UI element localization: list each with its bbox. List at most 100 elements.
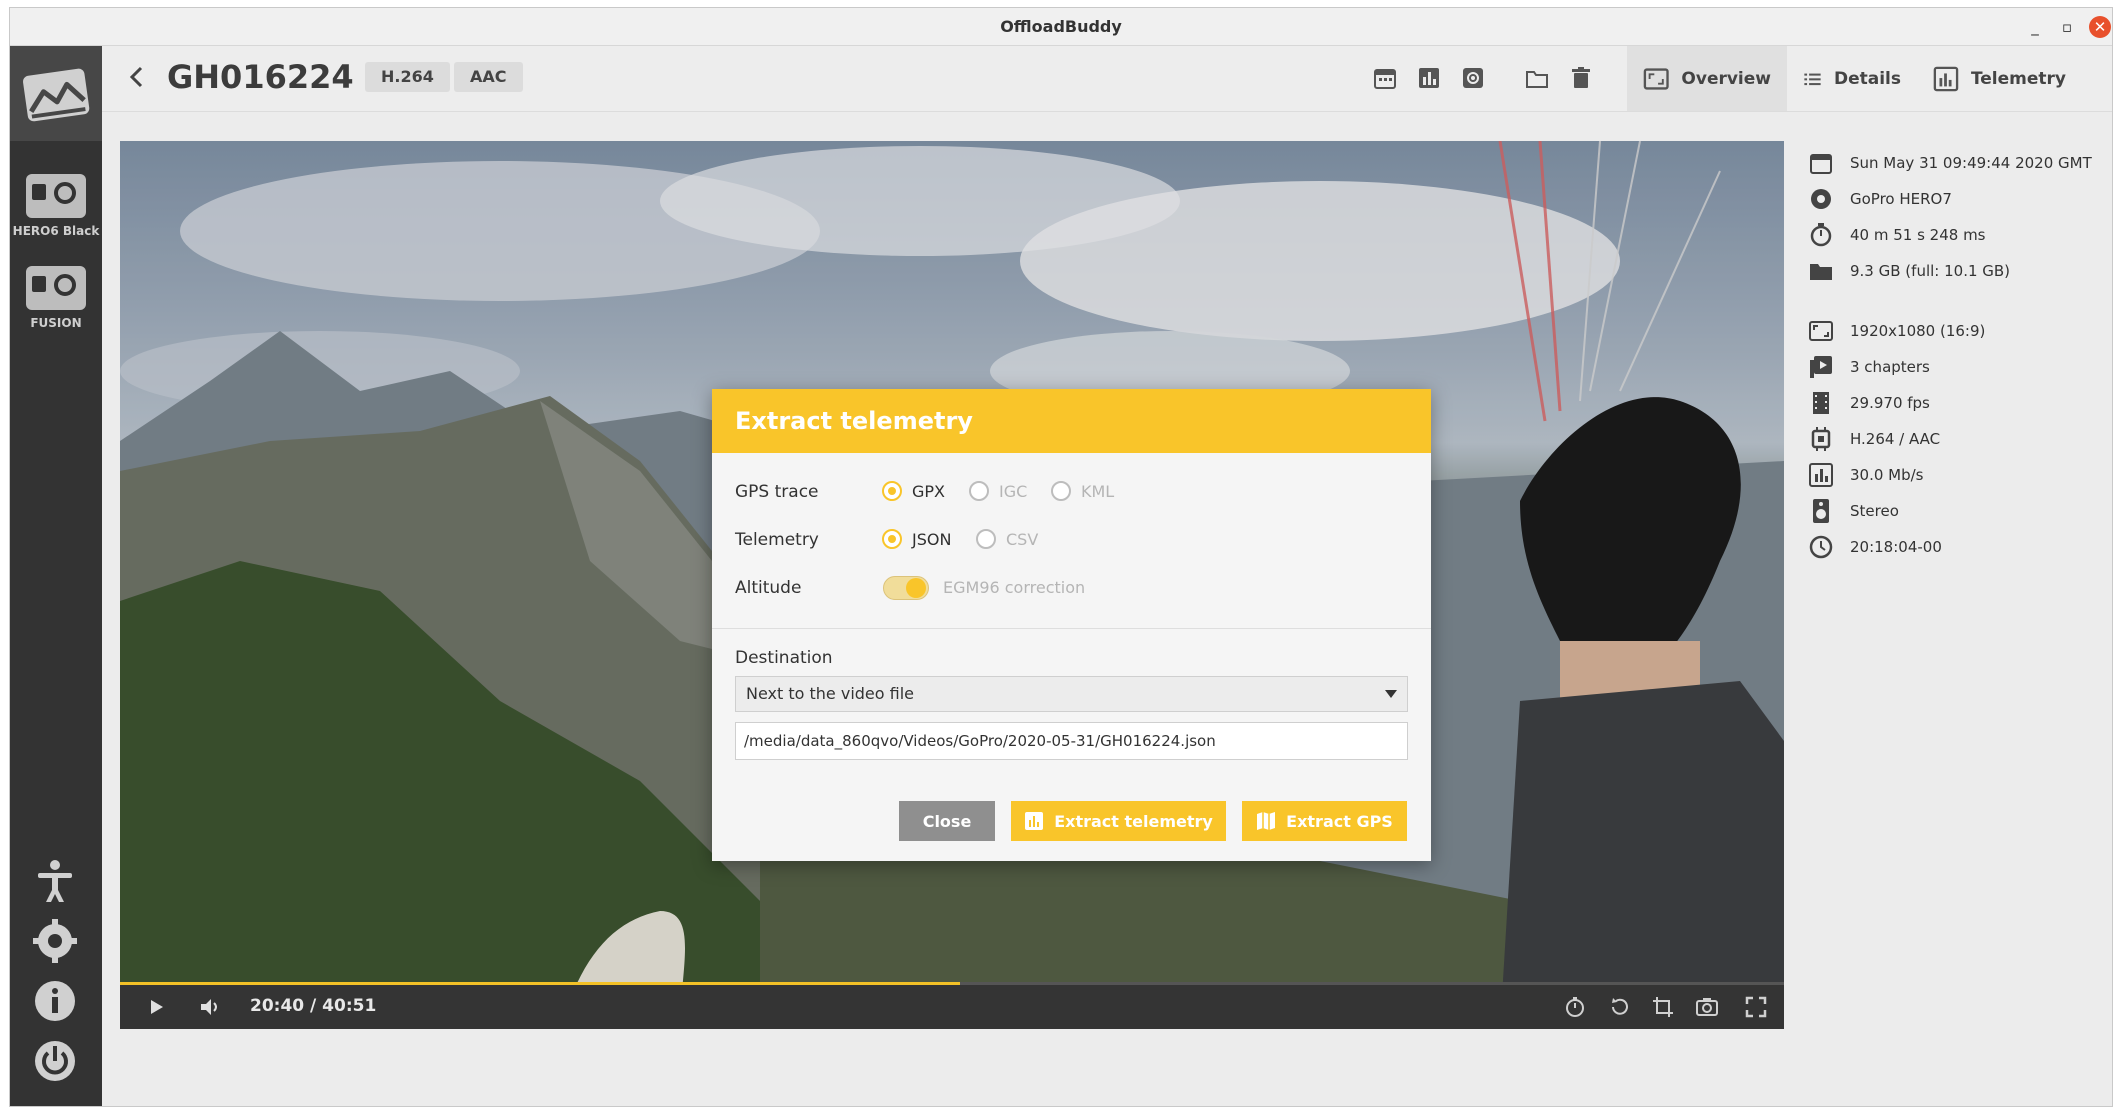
option-label: JSON [912,529,952,549]
chart-icon [1025,812,1044,830]
volume-icon[interactable] [198,995,222,1019]
info-duration: 40 m 51 s 248 ms [1808,222,1986,248]
app-logo[interactable] [10,46,102,141]
gps-target-icon[interactable] [1460,65,1486,91]
egm96-label: EGM96 correction [943,578,1086,597]
power-icon[interactable] [32,1038,78,1084]
info-codec: H.264 / AAC [1808,426,1940,452]
accessibility-icon[interactable] [32,858,78,904]
camera-label: FUSION [30,316,82,330]
output-path-field[interactable]: /media/data_860qvo/Videos/GoPro/2020-05-… [735,722,1408,760]
info-text: 1920x1080 (16:9) [1850,322,1986,340]
destination-value: Next to the video file [746,684,915,703]
sidebar-camera-fusion[interactable]: FUSION [10,266,102,330]
info-chapters: 3 chapters [1808,354,1930,380]
minimize-button[interactable]: _ [2024,16,2046,38]
sidebar-camera-hero6[interactable]: HERO6 Black [10,174,102,238]
extract-gps-button[interactable]: Extract GPS [1242,801,1407,841]
play-icon[interactable] [144,995,168,1019]
destination-select[interactable]: Next to the video file [735,676,1408,712]
option-label: GPX [912,481,946,501]
radio-button [882,529,902,549]
info-text: 30.0 Mb/s [1850,466,1924,484]
info-bitrate: 30.0 Mb/s [1808,462,1924,488]
close-button[interactable]: Close [899,801,995,841]
folder-icon [1810,264,1832,280]
rotate-icon[interactable] [1607,995,1631,1019]
chart-icon[interactable] [1416,65,1442,91]
maximize-button[interactable]: ▫ [2056,16,2078,38]
dialog-title: Extract telemetry [712,389,1431,453]
calendar-icon [1810,154,1832,174]
video-codec-badge: H.264 [365,62,450,92]
gps-option-gpx[interactable]: GPX [882,481,945,501]
fullscreen-icon[interactable] [1744,995,1768,1019]
tab-label: Overview [1681,68,1771,89]
title-bar: OffloadBuddy _ ▫ ✕ [10,8,2112,46]
tab-label: Telemetry [1970,68,2066,89]
gps-option-kml[interactable]: KML [1051,481,1114,501]
close-window-button[interactable]: ✕ [2089,16,2111,38]
info-size: 9.3 GB (full: 10.1 GB) [1808,258,2010,284]
radio-button [969,481,989,501]
gps-trace-label: GPS trace [735,482,819,502]
audio-codec-badge: AAC [454,62,523,92]
info-date: Sun May 31 09:49:44 2020 GMT [1808,150,2092,176]
option-label: KML [1081,481,1115,501]
calendar-icon[interactable] [1372,65,1398,91]
info-audio: Stereo [1808,498,1899,524]
info-text: 9.3 GB (full: 10.1 GB) [1850,262,2011,280]
overview-icon [1643,67,1669,90]
chart-icon [1933,66,1959,91]
aspect-ratio-icon [1809,321,1833,341]
telemetry-option-json[interactable]: JSON [882,529,951,549]
button-label: Extract GPS [1286,811,1393,831]
chip-icon [1811,427,1831,451]
radio-button [976,529,996,549]
info-camera: GoPro HERO7 [1808,186,1952,212]
camera-aperture-icon [1811,189,1831,209]
player-controls: 20:40 / 40:51 [120,982,1784,1029]
tab-details[interactable]: Details [1787,46,1917,111]
tab-label: Details [1833,68,1901,89]
info-framerate: 29.970 fps [1808,390,1930,416]
egm96-toggle[interactable] [883,576,929,600]
folder-icon[interactable] [1524,65,1550,91]
info-text: 40 m 51 s 248 ms [1850,226,1986,244]
speaker-icon [1813,499,1829,523]
seek-bar[interactable] [120,982,1784,985]
info-text: Sun May 31 09:49:44 2020 GMT [1850,154,2092,172]
screenshot-icon[interactable] [1695,995,1719,1019]
seek-bar-fill [120,982,961,985]
crop-icon[interactable] [1651,995,1675,1019]
stopwatch-icon [1810,223,1832,247]
playback-time: 20:40 / 40:51 [250,996,377,1016]
timer-icon[interactable] [1563,995,1587,1019]
film-icon [1813,392,1829,414]
trash-icon[interactable] [1568,65,1594,91]
info-text: 29.970 fps [1850,394,1930,412]
chapters-icon [1810,356,1832,378]
settings-icon[interactable] [32,918,78,964]
file-title: GH016224 [167,58,354,96]
info-text: 20:18:04-00 [1850,538,1942,556]
map-icon [1257,812,1276,830]
camera-icon [26,266,86,310]
tab-telemetry[interactable]: Telemetry [1917,46,2082,111]
info-text: Stereo [1850,502,1899,520]
destination-label: Destination [735,648,833,668]
telemetry-option-csv[interactable]: CSV [976,529,1038,549]
button-label: Extract telemetry [1054,811,1213,831]
chevron-down-icon [1385,690,1397,698]
info-resolution: 1920x1080 (16:9) [1808,318,1985,344]
info-icon[interactable] [32,978,78,1024]
bitrate-icon [1809,463,1833,487]
back-icon[interactable] [122,62,152,92]
info-text: GoPro HERO7 [1850,190,1952,208]
tab-overview[interactable]: Overview [1627,46,1787,111]
extract-telemetry-button[interactable]: Extract telemetry [1011,801,1226,841]
gps-option-igc[interactable]: IGC [969,481,1027,501]
radio-button [1051,481,1071,501]
altitude-label: Altitude [735,578,802,598]
sidebar: HERO6 Black FUSION [10,46,102,1106]
